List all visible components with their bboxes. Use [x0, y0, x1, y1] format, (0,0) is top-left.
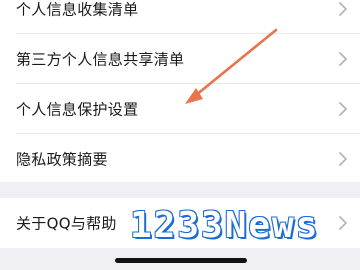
list-item-third-party-sharing[interactable]: 第三方个人信息共享清单 — [0, 34, 360, 84]
list-item-label: 隐私政策摘要 — [16, 150, 108, 169]
list-item-privacy-policy-summary[interactable]: 隐私政策摘要 — [0, 134, 360, 184]
chevron-right-icon — [339, 2, 347, 16]
list-item-label: 第三方个人信息共享清单 — [16, 50, 185, 69]
list-item-personal-info-collection[interactable]: 个人信息收集清单 — [0, 0, 360, 34]
chevron-right-icon — [339, 216, 347, 230]
privacy-settings-group: 个人信息收集清单 第三方个人信息共享清单 个人信息保护设置 隐私政策摘要 — [0, 0, 360, 182]
list-item-label: 个人信息保护设置 — [16, 100, 139, 119]
chevron-right-icon — [339, 102, 347, 116]
chevron-right-icon — [339, 152, 347, 166]
list-item-label: 个人信息收集清单 — [16, 0, 139, 19]
home-indicator[interactable] — [115, 258, 247, 263]
list-item-personal-info-protection[interactable]: 个人信息保护设置 — [0, 84, 360, 134]
watermark-logo: 1233News — [130, 205, 320, 246]
list-item-label: 关于QQ与帮助 — [16, 214, 117, 233]
chevron-right-icon — [339, 52, 347, 66]
